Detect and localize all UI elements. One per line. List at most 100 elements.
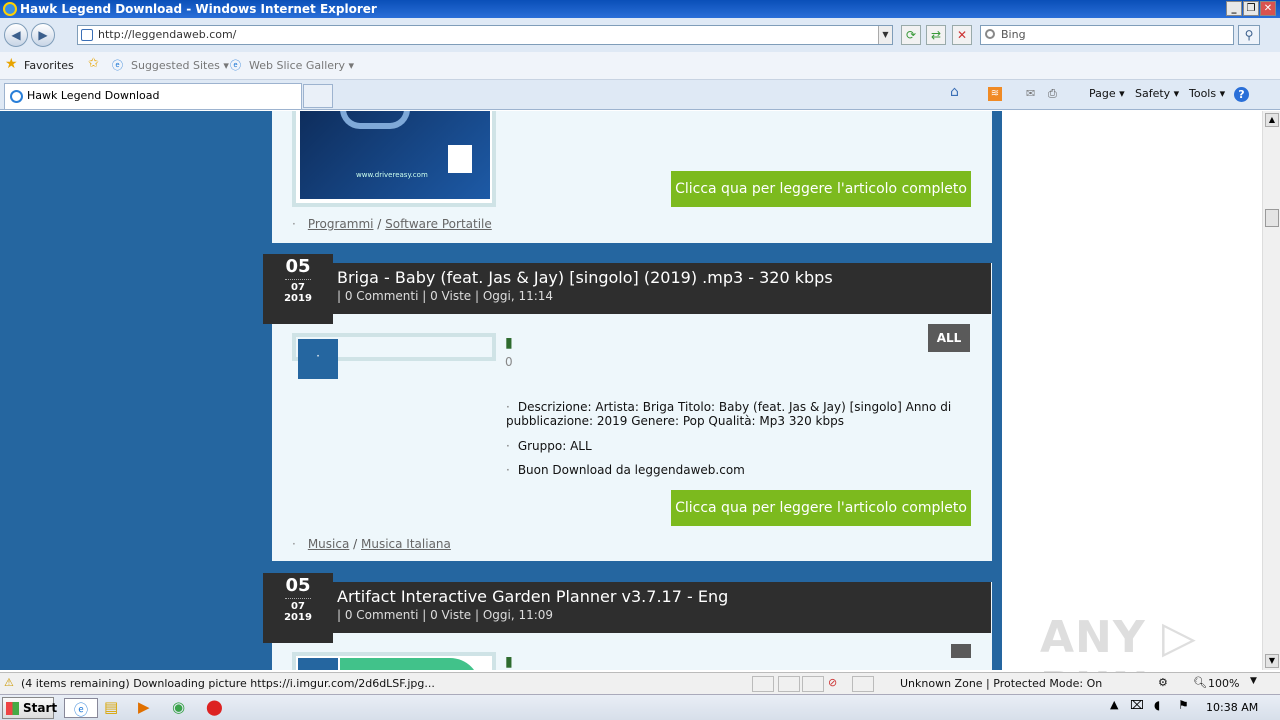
suggested-sites-link[interactable]: Suggested Sites ▾: [131, 59, 229, 73]
scroll-thumb[interactable]: [1265, 209, 1279, 227]
partner-badge-image: [448, 145, 472, 173]
ie-page-icon: ⓔ: [112, 59, 123, 72]
media-player-icon[interactable]: ▶: [138, 698, 158, 718]
taskbar: Start ⓔ ▤ ▶ ◉ ⬤ ▲ ⌧ ◖ ⚑ 10:38 AM: [0, 694, 1280, 720]
post-month: 07: [291, 282, 305, 293]
group-text: Gruppo: ALL: [517, 439, 592, 453]
favorites-bar: ★ Favorites ✩ ⓔ Suggested Sites ▾ ⓔ Web …: [0, 52, 1280, 80]
read-more-button[interactable]: Clicca qua per leggere l'articolo comple…: [671, 171, 971, 207]
thumbnail-placeholder: [298, 658, 338, 670]
explorer-icon[interactable]: ▤: [104, 698, 124, 718]
group-badge[interactable]: [951, 644, 971, 658]
read-mail-icon[interactable]: ✉: [1026, 87, 1035, 100]
help-icon[interactable]: ?: [1234, 87, 1249, 102]
post-day: 05: [285, 575, 311, 596]
stop-icon[interactable]: ✕: [952, 25, 972, 45]
post-header: Artifact Interactive Garden Planner v3.7…: [333, 582, 991, 633]
status-pane: [852, 676, 874, 692]
popup-blocker-icon[interactable]: ⊘: [828, 676, 837, 689]
clock[interactable]: 10:38 AM: [1206, 701, 1258, 714]
status-pane: [778, 676, 800, 692]
category-links: · Musica / Musica Italiana: [292, 537, 451, 551]
scroll-up-icon[interactable]: ▲: [1265, 113, 1279, 127]
ie-logo-icon: [3, 2, 17, 16]
security-app-icon[interactable]: ⬤: [206, 698, 226, 718]
download-text: Buon Download da leggendaweb.com: [517, 463, 745, 477]
post-description: · Descrizione: Artista: Briga Titolo: Bab…: [506, 400, 952, 428]
volume-icon[interactable]: ◖: [1154, 698, 1174, 718]
post-header: Briga - Baby (feat. Jas & Jay) [singolo]…: [333, 263, 991, 314]
group-badge[interactable]: ALL: [928, 324, 970, 352]
start-button[interactable]: Start: [2, 697, 57, 719]
close-window-button[interactable]: ✕: [1260, 1, 1276, 16]
security-zone[interactable]: Unknown Zone | Protected Mode: On: [900, 677, 1102, 690]
post-meta: | 0 Commenti | 0 Viste | Oggi, 11:09: [337, 608, 554, 622]
thumbnail-placeholder: ·: [298, 339, 338, 379]
page-menu[interactable]: Page ▾: [1089, 87, 1125, 100]
search-icon: [985, 29, 995, 39]
thumbs-up-icon[interactable]: ▮: [505, 654, 513, 670]
article-thumbnail[interactable]: [292, 652, 496, 670]
protected-mode-icon[interactable]: ⚙: [1158, 676, 1168, 689]
description-text: Descrizione: Artista: Briga Titolo: Baby…: [506, 400, 952, 428]
feeds-icon[interactable]: ≋: [988, 87, 1002, 101]
ie-tab-icon: [10, 90, 23, 103]
post-year: 2019: [284, 293, 312, 304]
ie-taskbar-button[interactable]: ⓔ: [64, 698, 98, 719]
post-download-note: · Buon Download da leggendaweb.com: [506, 463, 745, 477]
thumbs-up-icon[interactable]: ▮: [505, 335, 513, 351]
zoom-icon: 🔍︎: [1193, 676, 1207, 689]
web-page-viewport: www.drivereasy.com Clicca qua per legger…: [0, 111, 1262, 670]
address-url: http://leggendaweb.com/: [98, 28, 237, 41]
favorites-button[interactable]: Favorites: [24, 59, 74, 73]
status-bar: ⚠ (4 items remaining) Downloading pictur…: [0, 672, 1280, 694]
tray-expand-icon[interactable]: ▲: [1110, 698, 1130, 718]
post-date-block: 05 07 2019: [263, 573, 333, 643]
product-logo-shape: [340, 111, 410, 129]
read-more-button[interactable]: Clicca qua per leggere l'articolo comple…: [671, 490, 971, 526]
action-center-flag-icon[interactable]: ⚑: [1178, 698, 1198, 718]
home-icon[interactable]: ⌂: [950, 84, 959, 100]
print-icon[interactable]: ⎙: [1048, 87, 1057, 101]
post-group: · Gruppo: ALL: [506, 439, 592, 453]
search-input[interactable]: Bing: [980, 25, 1234, 45]
article-thumbnail[interactable]: ·: [292, 333, 496, 379]
forward-button[interactable]: ▶: [31, 23, 55, 47]
restore-button[interactable]: ❐: [1243, 1, 1259, 16]
zoom-dropdown-icon[interactable]: ▼: [1250, 676, 1257, 686]
web-slice-gallery-link[interactable]: Web Slice Gallery ▾: [249, 59, 354, 73]
chrome-icon[interactable]: ◉: [172, 698, 192, 718]
post-day: 05: [285, 256, 311, 277]
post-title[interactable]: Artifact Interactive Garden Planner v3.7…: [337, 587, 991, 606]
category-link[interactable]: Musica: [308, 537, 350, 551]
scroll-down-icon[interactable]: ▼: [1265, 654, 1279, 668]
refresh-icon[interactable]: ⇄: [926, 25, 946, 45]
compatibility-view-icon[interactable]: ⟳: [901, 25, 921, 45]
vertical-scrollbar[interactable]: ▲ ▼: [1262, 111, 1280, 670]
address-bar[interactable]: http://leggendaweb.com/ ▼: [77, 25, 893, 45]
status-pane: [802, 676, 824, 692]
article-thumbnail[interactable]: www.drivereasy.com: [292, 111, 496, 207]
search-placeholder: Bing: [1001, 28, 1026, 41]
post-meta: | 0 Commenti | 0 Viste | Oggi, 11:14: [337, 289, 554, 303]
tab-hawk-legend[interactable]: Hawk Legend Download: [4, 83, 302, 109]
search-go-button[interactable]: ⚲: [1238, 25, 1260, 45]
back-button[interactable]: ◀: [4, 23, 28, 47]
network-icon[interactable]: ⌧: [1130, 698, 1150, 718]
zoom-level[interactable]: 100%: [1208, 677, 1239, 690]
product-logo-image: [340, 658, 480, 670]
ie-taskbar-icon: ⓔ: [74, 703, 88, 719]
post-title[interactable]: Briga - Baby (feat. Jas & Jay) [singolo]…: [337, 268, 991, 287]
product-box-text: www.drivereasy.com: [356, 171, 428, 179]
new-tab-button[interactable]: [303, 84, 333, 108]
windows-logo-icon: [6, 702, 19, 715]
category-link[interactable]: Programmi: [308, 217, 374, 231]
safety-menu[interactable]: Safety ▾: [1135, 87, 1179, 100]
add-favorite-icon[interactable]: ✩: [88, 57, 99, 71]
address-dropdown-icon[interactable]: ▼: [878, 26, 892, 44]
minimize-button[interactable]: _: [1226, 1, 1242, 16]
tools-menu[interactable]: Tools ▾: [1189, 87, 1225, 100]
category-link[interactable]: Musica Italiana: [361, 537, 451, 551]
category-link[interactable]: Software Portatile: [385, 217, 492, 231]
article-card: www.drivereasy.com Clicca qua per legger…: [272, 111, 992, 243]
